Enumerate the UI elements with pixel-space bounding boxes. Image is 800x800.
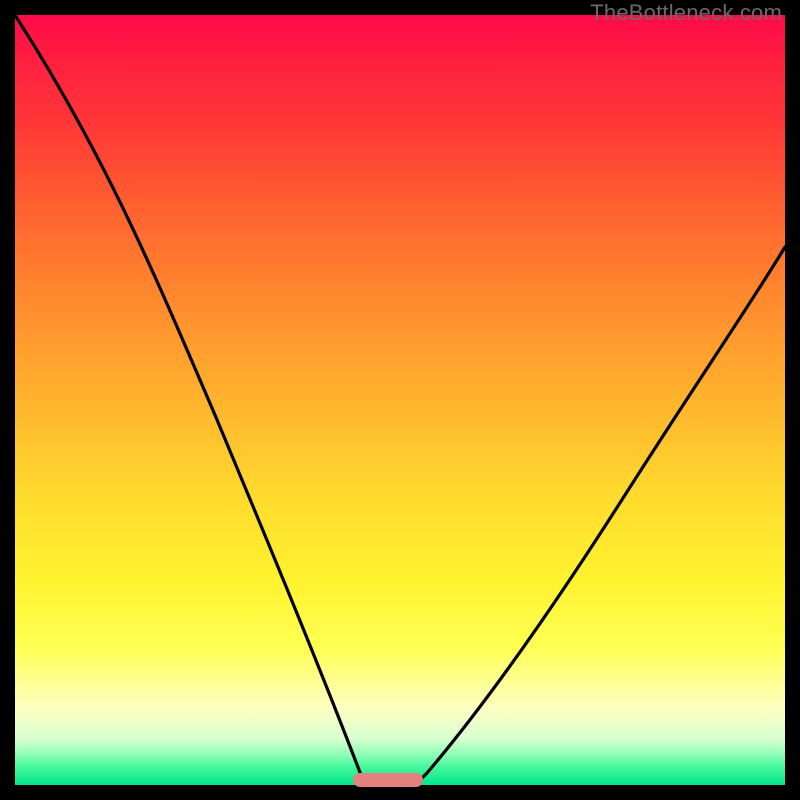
- watermark-text: TheBottleneck.com: [590, 0, 782, 26]
- minima-marker: [353, 773, 423, 787]
- curve-layer: [15, 15, 785, 785]
- left-curve: [15, 15, 369, 785]
- plot-area: [15, 15, 785, 785]
- bottleneck-chart: TheBottleneck.com: [0, 0, 800, 800]
- right-curve: [415, 247, 785, 785]
